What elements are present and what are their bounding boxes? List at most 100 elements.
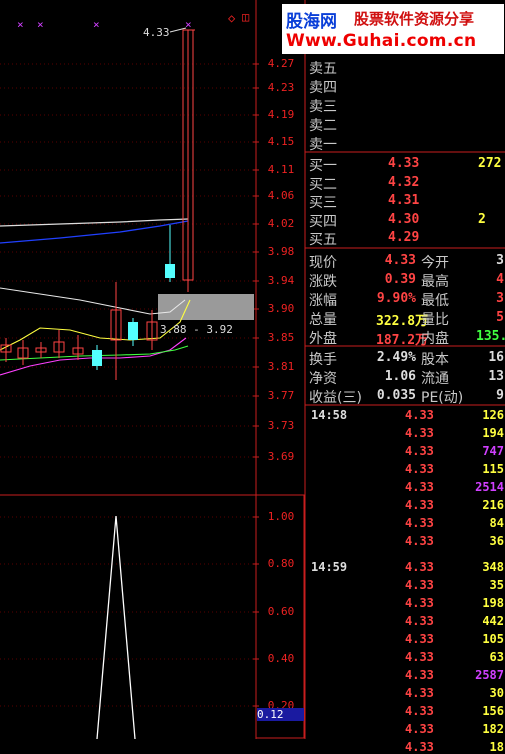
y-tick-label: 3.90 bbox=[267, 302, 295, 315]
marker-1: × bbox=[17, 18, 24, 31]
y-tick-label: 3.81 bbox=[267, 360, 295, 373]
diamond-icon[interactable]: ◇ bbox=[228, 11, 235, 25]
buy-level-label: 买二 bbox=[309, 176, 337, 193]
sub-y-tick-label: 1.00 bbox=[267, 510, 295, 523]
buy-level-price: 4.29 bbox=[388, 230, 420, 245]
tick-volume: 182 bbox=[482, 722, 504, 736]
sell-level-label: 卖二 bbox=[309, 118, 337, 134]
quote-value: 4.33 bbox=[384, 253, 416, 268]
sell-level-label: 卖三 bbox=[309, 99, 337, 115]
y-tick-label: 4.19 bbox=[267, 108, 295, 121]
quote-label: 外盘 bbox=[309, 331, 337, 347]
ma-white-flat-line bbox=[0, 218, 189, 227]
tick-time: 14:58 bbox=[311, 408, 348, 422]
quote-value: 1.06 bbox=[384, 369, 416, 384]
quote-value-2: 135. bbox=[476, 329, 505, 344]
quote-value: 0.035 bbox=[376, 388, 416, 403]
range-label: 3.88 - 3.92 bbox=[160, 323, 233, 336]
marker-2: × bbox=[37, 18, 44, 31]
tick-price: 4.33 bbox=[405, 668, 434, 682]
y-tick-label: 3.94 bbox=[267, 274, 295, 287]
window-icon[interactable]: ◫ bbox=[242, 10, 249, 24]
sell-level-label: 卖五 bbox=[309, 61, 337, 77]
tick-volume: 105 bbox=[482, 632, 504, 646]
sub-value-badge: 0.12 bbox=[257, 708, 304, 721]
buy-level-price: 4.33 bbox=[388, 156, 420, 171]
high-price-label: 4.33 bbox=[143, 26, 170, 39]
tick-volume: 747 bbox=[482, 444, 504, 458]
tick-price: 4.33 bbox=[405, 426, 434, 440]
y-tick-label: 3.69 bbox=[267, 450, 295, 463]
tick-volume: 30 bbox=[489, 686, 504, 700]
tick-volume: 35 bbox=[489, 578, 504, 592]
quote-label-2: 流通 bbox=[421, 371, 449, 387]
marker-3: × bbox=[93, 18, 100, 31]
buy-level-price: 4.30 bbox=[388, 211, 420, 227]
quote-value-2: 5 bbox=[496, 310, 504, 325]
y-tick-label: 3.73 bbox=[267, 419, 295, 432]
tick-price: 4.33 bbox=[405, 650, 434, 664]
tick-price: 4.33 bbox=[405, 444, 434, 458]
candle-body bbox=[92, 350, 102, 366]
sell-level-label: 卖四 bbox=[309, 80, 337, 96]
tick-volume: 2514 bbox=[475, 480, 504, 494]
buy-level-price: 4.32 bbox=[388, 174, 420, 190]
quote-value-2: 3 bbox=[496, 291, 504, 306]
tick-volume: 216 bbox=[482, 498, 504, 512]
tick-volume: 442 bbox=[482, 614, 504, 628]
tick-volume: 126 bbox=[482, 408, 504, 422]
tick-price: 4.33 bbox=[405, 632, 434, 646]
tick-volume: 84 bbox=[489, 516, 504, 530]
tick-price: 4.33 bbox=[405, 534, 434, 548]
quote-value: 9.90% bbox=[376, 291, 416, 306]
buy-level-label: 买一 bbox=[309, 158, 337, 174]
tick-price: 4.33 bbox=[405, 740, 434, 754]
tick-volume: 198 bbox=[482, 596, 504, 610]
quote-value-2: 4 bbox=[496, 272, 504, 287]
tick-volume: 2587 bbox=[475, 668, 504, 682]
quote-value-2: 3 bbox=[496, 253, 504, 268]
quote-label-2: 今开 bbox=[421, 255, 449, 271]
sub-y-tick-label: 0.60 bbox=[267, 605, 295, 618]
quote-label: 收益(三) bbox=[309, 390, 362, 406]
buy-level-volume: 272 bbox=[478, 156, 502, 171]
range-highlight bbox=[158, 294, 254, 320]
buy-level-price: 4.31 bbox=[388, 193, 420, 208]
sell-level-label: 卖一 bbox=[309, 137, 337, 153]
y-tick-label: 3.98 bbox=[267, 245, 295, 258]
tick-price: 4.33 bbox=[405, 578, 434, 592]
buy-level-volume: 2 bbox=[478, 211, 486, 227]
quote-value: 0.39 bbox=[384, 272, 416, 287]
quote-label: 换手 bbox=[309, 352, 337, 368]
sub-y-tick-label: 0.80 bbox=[267, 557, 295, 570]
quote-value-2: 9 bbox=[496, 388, 504, 403]
sub-y-tick-label: 0.40 bbox=[267, 652, 295, 665]
tick-volume: 115 bbox=[482, 462, 504, 476]
watermark-banner: 股海网 股票软件资源分享 Www.Guhai.com.cn bbox=[282, 4, 504, 54]
quote-label-2: 最高 bbox=[421, 274, 449, 290]
tick-price: 4.33 bbox=[405, 498, 434, 512]
quote-label: 净资 bbox=[309, 371, 337, 387]
tick-volume: 348 bbox=[482, 560, 504, 574]
y-tick-label: 3.77 bbox=[267, 389, 295, 402]
quote-value-2: 13 bbox=[488, 369, 504, 384]
quote-label-2: PE(动) bbox=[421, 390, 464, 406]
tick-time: 14:59 bbox=[311, 560, 348, 574]
y-tick-label: 4.06 bbox=[267, 189, 295, 202]
marker-4: × bbox=[185, 18, 192, 31]
quote-label: 涨跌 bbox=[309, 274, 337, 290]
y-tick-label: 4.15 bbox=[267, 135, 295, 148]
buy-level-label: 买五 bbox=[309, 232, 337, 248]
watermark-logo: 股海网 bbox=[286, 12, 337, 32]
quote-label: 现价 bbox=[309, 255, 337, 271]
watermark-url: Www.Guhai.com.cn bbox=[286, 31, 477, 51]
y-tick-label: 4.02 bbox=[267, 217, 295, 230]
y-tick-label: 4.11 bbox=[267, 163, 295, 176]
tick-price: 4.33 bbox=[405, 596, 434, 610]
quote-value: 2.49% bbox=[376, 350, 416, 365]
y-tick-label: 4.27 bbox=[267, 57, 295, 70]
quote-value: 322.8万 bbox=[376, 314, 429, 329]
tick-price: 4.33 bbox=[405, 516, 434, 530]
y-tick-label: 3.85 bbox=[267, 331, 295, 344]
candle-body bbox=[165, 264, 175, 278]
